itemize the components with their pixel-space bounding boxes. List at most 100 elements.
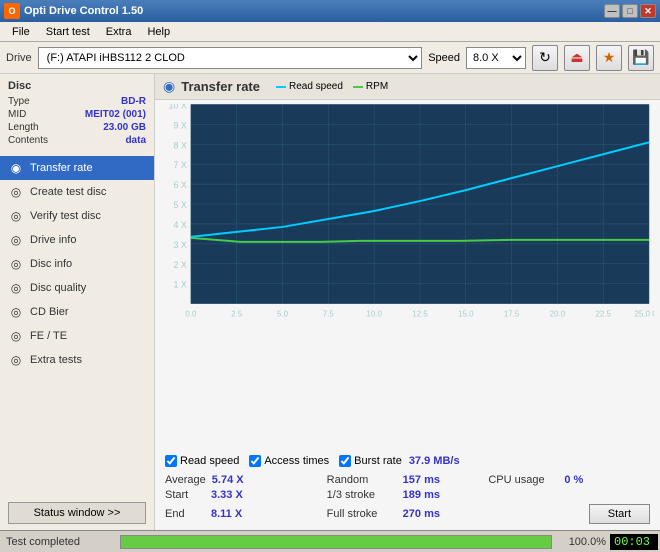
start-test-button[interactable]: Start xyxy=(589,504,650,524)
disc-length-row: Length 23.00 GB xyxy=(8,122,146,133)
legend-read-speed: Read speed xyxy=(276,81,343,92)
refresh-button[interactable]: ↻ xyxy=(532,45,558,71)
nav-drive-info[interactable]: ◎ Drive info xyxy=(0,228,154,252)
drive-info-icon: ◎ xyxy=(8,232,24,248)
chart-header: ◉ Transfer rate Read speed RPM xyxy=(155,74,660,100)
disc-type-row: Type BD-R xyxy=(8,96,146,107)
fe-te-icon: ◎ xyxy=(8,328,24,344)
svg-text:12.5: 12.5 xyxy=(412,310,428,319)
read-speed-checkbox[interactable] xyxy=(165,455,177,467)
nav-extra-tests-label: Extra tests xyxy=(30,354,82,366)
stat-cpu-val: 0 % xyxy=(564,474,604,486)
nav-fe-te[interactable]: ◎ FE / TE xyxy=(0,324,154,348)
drive-select[interactable]: (F:) ATAPI iHBS112 2 CLOD xyxy=(38,47,423,69)
nav-cd-bier[interactable]: ◎ CD Bier xyxy=(0,300,154,324)
svg-text:20.0: 20.0 xyxy=(550,310,566,319)
stat-random-group: Random 157 ms xyxy=(327,474,489,486)
disc-length-key: Length xyxy=(8,122,39,133)
disc-mid-val: MEIT02 (001) xyxy=(85,109,146,120)
svg-text:8 X: 8 X xyxy=(173,140,186,150)
disc-type-key: Type xyxy=(8,96,30,107)
stat-average-key: Average xyxy=(165,474,206,486)
stat-average-val: 5.74 X xyxy=(212,474,262,486)
nav-cd-bier-label: CD Bier xyxy=(30,306,69,318)
create-test-disc-icon: ◎ xyxy=(8,184,24,200)
nav-verify-test-disc[interactable]: ◎ Verify test disc xyxy=(0,204,154,228)
stat-end-key: End xyxy=(165,508,205,520)
nav-disc-info[interactable]: ◎ Disc info xyxy=(0,252,154,276)
menu-bar: File Start test Extra Help xyxy=(0,22,660,42)
status-window-button[interactable]: Status window >> xyxy=(8,502,146,524)
sidebar-bottom: Status window >> xyxy=(0,496,154,530)
chart-svg-container: 10 X 9 X 8 X 7 X 6 X 5 X 4 X 3 X 2 X 1 X… xyxy=(155,100,660,451)
stat-end-val: 8.11 X xyxy=(211,508,261,520)
transfer-rate-icon: ◉ xyxy=(8,160,24,176)
stat-start-btn-group: Start xyxy=(488,504,650,524)
svg-text:7 X: 7 X xyxy=(173,160,186,170)
menu-help[interactable]: Help xyxy=(139,24,178,40)
close-button[interactable]: ✕ xyxy=(640,4,656,18)
stat-start-key: Start xyxy=(165,489,205,501)
stat-start-group: Start 3.33 X xyxy=(165,489,327,501)
checkbox-row: Read speed Access times Burst rate 37.9 … xyxy=(155,451,660,471)
restore-button[interactable]: □ xyxy=(622,4,638,18)
eject-button[interactable]: ⏏ xyxy=(564,45,590,71)
disc-mid-row: MID MEIT02 (001) xyxy=(8,109,146,120)
speed-select[interactable]: 8.0 X 4.0 X 2.0 X MAX xyxy=(466,47,526,69)
stats-row-1: Average 5.74 X Random 157 ms CPU usage 0… xyxy=(165,474,650,486)
nav-create-test-disc[interactable]: ◎ Create test disc xyxy=(0,180,154,204)
svg-text:3 X: 3 X xyxy=(173,240,186,250)
stat-full-stroke-val: 270 ms xyxy=(403,508,453,520)
stat-1_3-stroke-val: 189 ms xyxy=(403,489,453,501)
chart-header-icon: ◉ xyxy=(163,78,175,95)
chart-svg: 10 X 9 X 8 X 7 X 6 X 5 X 4 X 3 X 2 X 1 X… xyxy=(161,104,654,324)
burst-rate-value: 37.9 MB/s xyxy=(409,455,460,467)
time-display: 00:03 xyxy=(610,534,658,550)
nav-disc-quality[interactable]: ◎ Disc quality xyxy=(0,276,154,300)
verify-test-disc-icon: ◎ xyxy=(8,208,24,224)
drive-label: Drive xyxy=(6,52,32,64)
action-button[interactable]: ★ xyxy=(596,45,622,71)
stat-start-val: 3.33 X xyxy=(211,489,261,501)
stat-cpu-group: CPU usage 0 % xyxy=(488,474,650,486)
menu-extra[interactable]: Extra xyxy=(98,24,140,40)
stats-area: Average 5.74 X Random 157 ms CPU usage 0… xyxy=(155,471,660,530)
legend-rpm-label: RPM xyxy=(366,81,388,92)
chart-title: Transfer rate xyxy=(181,79,260,94)
cd-bier-icon: ◎ xyxy=(8,304,24,320)
legend-read-speed-label: Read speed xyxy=(289,81,343,92)
disc-section: Disc Type BD-R MID MEIT02 (001) Length 2… xyxy=(0,74,154,152)
svg-text:0.0: 0.0 xyxy=(185,310,197,319)
stats-row-3: End 8.11 X Full stroke 270 ms Start xyxy=(165,504,650,524)
nav-extra-tests[interactable]: ◎ Extra tests xyxy=(0,348,154,372)
save-button[interactable]: 💾 xyxy=(628,45,654,71)
access-times-checkbox[interactable] xyxy=(249,455,261,467)
svg-text:2 X: 2 X xyxy=(173,260,186,270)
svg-text:5.0: 5.0 xyxy=(277,310,289,319)
burst-rate-cb-label: Burst rate xyxy=(354,455,402,467)
menu-start-test[interactable]: Start test xyxy=(38,24,98,40)
sidebar-nav: ◉ Transfer rate ◎ Create test disc ◎ Ver… xyxy=(0,156,154,372)
nav-transfer-rate[interactable]: ◉ Transfer rate xyxy=(0,156,154,180)
burst-rate-checkbox-item: Burst rate 37.9 MB/s xyxy=(339,455,459,467)
svg-text:1 X: 1 X xyxy=(173,280,186,290)
stat-1_3-stroke-key: 1/3 stroke xyxy=(327,489,397,501)
menu-file[interactable]: File xyxy=(4,24,38,40)
legend-rpm-dot xyxy=(353,86,363,88)
legend-rpm: RPM xyxy=(353,81,388,92)
status-text: Test completed xyxy=(0,536,120,548)
stat-random-key: Random xyxy=(327,474,397,486)
read-speed-cb-label: Read speed xyxy=(180,455,239,467)
nav-drive-info-label: Drive info xyxy=(30,234,76,246)
svg-text:6 X: 6 X xyxy=(173,180,186,190)
nav-fe-te-label: FE / TE xyxy=(30,330,67,342)
speed-label: Speed xyxy=(428,52,460,64)
progress-bar-container xyxy=(120,535,552,549)
svg-text:4 X: 4 X xyxy=(173,220,186,230)
burst-rate-checkbox[interactable] xyxy=(339,455,351,467)
minimize-button[interactable]: — xyxy=(604,4,620,18)
stat-end-group: End 8.11 X xyxy=(165,508,327,520)
stat-1_3-stroke-group: 1/3 stroke 189 ms xyxy=(327,489,489,501)
extra-tests-icon: ◎ xyxy=(8,352,24,368)
nav-create-test-disc-label: Create test disc xyxy=(30,186,106,198)
